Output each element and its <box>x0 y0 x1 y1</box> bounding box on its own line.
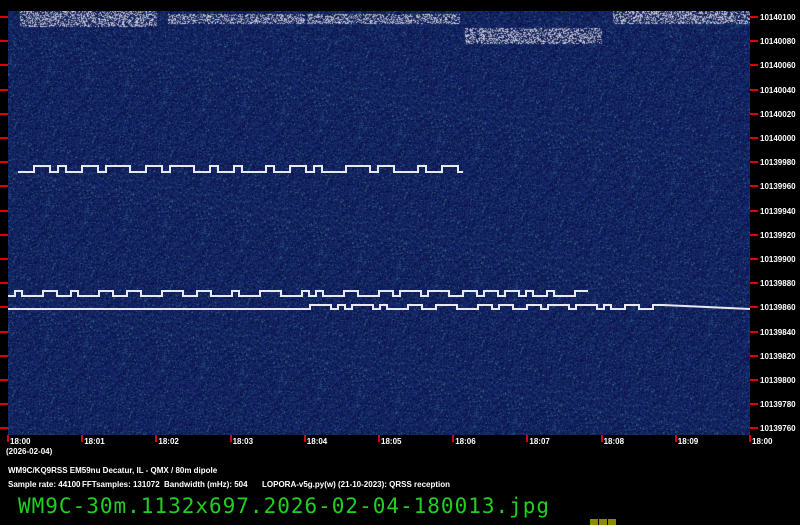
indicator-box <box>599 519 607 525</box>
y-tick-label: 10139940 <box>760 206 796 216</box>
x-tick-label: 18:00 <box>10 437 31 446</box>
y-tick-label: 10139780 <box>760 400 796 410</box>
x-tick-mark <box>81 435 84 442</box>
y-tick-mark <box>750 161 758 164</box>
y-tick-label: 10139860 <box>760 303 796 313</box>
y-tick-mark <box>0 161 8 164</box>
signal-trace <box>8 290 588 297</box>
x-tick-label: 18:06 <box>455 437 476 446</box>
y-tick-mark <box>0 112 8 115</box>
y-tick-mark <box>0 209 8 212</box>
y-tick-mark <box>750 137 758 139</box>
y-tick-label: 10140100 <box>760 13 796 22</box>
station-info: WM9C/KQ9RSS EM59nu Decatur, IL - QMX / 8… <box>8 466 218 475</box>
y-tick-mark <box>0 306 8 309</box>
spectrogram-plot <box>8 11 750 435</box>
y-tick-mark <box>750 112 758 115</box>
y-tick-mark <box>0 185 8 188</box>
indicator-box <box>590 519 598 525</box>
y-tick-mark <box>750 64 758 67</box>
x-tick-mark <box>7 435 9 442</box>
bandwidth: Bandwidth (mHz): 504 <box>164 480 248 489</box>
y-tick-mark <box>0 40 8 43</box>
y-tick-label: 10140000 <box>760 134 796 143</box>
y-tick-mark <box>750 306 758 309</box>
x-tick-label: 18:03 <box>232 437 254 446</box>
x-tick-mark <box>229 435 232 442</box>
y-tick-label: 10139980 <box>760 158 796 168</box>
x-tick-mark <box>378 435 380 442</box>
y-tick-label: 10139880 <box>760 279 796 289</box>
x-tick-mark <box>600 435 603 442</box>
y-tick-mark <box>0 354 8 357</box>
sample-rate: Sample rate: 44100 <box>8 480 81 489</box>
signal-trace <box>18 165 463 173</box>
x-tick-label: 18:04 <box>306 437 328 446</box>
y-tick-mark <box>750 403 758 406</box>
y-tick-mark <box>0 233 8 236</box>
x-tick-mark <box>674 435 677 442</box>
y-tick-mark <box>0 379 8 381</box>
y-tick-label: 10140020 <box>760 109 796 119</box>
y-tick-mark <box>750 379 758 381</box>
x-tick-mark <box>452 435 455 442</box>
y-tick-mark <box>750 354 758 357</box>
y-tick-label: 10139820 <box>760 351 796 361</box>
y-tick-mark <box>0 88 8 91</box>
y-tick-label: 10140060 <box>760 61 796 71</box>
y-tick-mark <box>750 185 758 188</box>
y-tick-mark <box>0 137 8 139</box>
y-tick-label: 10139920 <box>760 230 796 240</box>
x-tick-mark <box>155 435 158 442</box>
x-tick-label: 18:08 <box>603 437 625 446</box>
y-tick-mark <box>750 209 758 212</box>
y-tick-label: 10139900 <box>760 255 796 264</box>
y-tick-label: 10139800 <box>760 376 796 385</box>
x-tick-mark <box>526 435 529 442</box>
x-tick-label: 18:05 <box>381 437 402 446</box>
y-tick-mark <box>0 282 8 285</box>
y-tick-mark <box>0 330 8 333</box>
y-tick-mark <box>750 88 758 91</box>
y-tick-label: 10140080 <box>760 37 796 47</box>
y-tick-mark <box>0 64 8 67</box>
y-tick-label: 10140040 <box>760 85 796 95</box>
indicator-box <box>608 519 616 525</box>
y-tick-mark <box>750 258 758 260</box>
x-tick-label: 18:02 <box>158 437 179 446</box>
y-tick-mark <box>750 16 758 18</box>
y-tick-label: 10139960 <box>760 182 796 192</box>
filename: WM9C-30m.1132x697.2026-02-04-180013.jpg <box>18 494 551 518</box>
x-tick-mark <box>303 435 306 442</box>
x-tick-label: 18:07 <box>529 437 550 446</box>
x-tick-label: 18:09 <box>677 437 699 446</box>
signal-traces <box>8 165 750 310</box>
y-tick-mark <box>0 427 8 430</box>
fft-samples: FFTsamples: 131072 <box>82 480 160 489</box>
x-tick-label: 18:00 <box>752 437 773 446</box>
y-tick-mark <box>0 403 8 406</box>
y-tick-mark <box>750 427 758 430</box>
software-info: LOPORA-v5g.py(w) (21-10-2023): QRSS rece… <box>262 480 451 489</box>
y-tick-mark <box>750 282 758 285</box>
y-tick-mark <box>750 233 758 236</box>
signal-trace <box>8 304 750 310</box>
y-tick-mark <box>750 40 758 43</box>
y-tick-mark <box>750 330 758 333</box>
x-tick-label: 18:01 <box>84 437 105 446</box>
y-tick-label: 10139760 <box>760 424 796 434</box>
x-tick-mark <box>749 435 751 442</box>
date-label: (2026-02-04) <box>6 447 53 456</box>
y-tick-mark <box>0 258 8 260</box>
y-tick-label: 10139840 <box>760 327 796 337</box>
y-tick-mark <box>0 16 8 18</box>
